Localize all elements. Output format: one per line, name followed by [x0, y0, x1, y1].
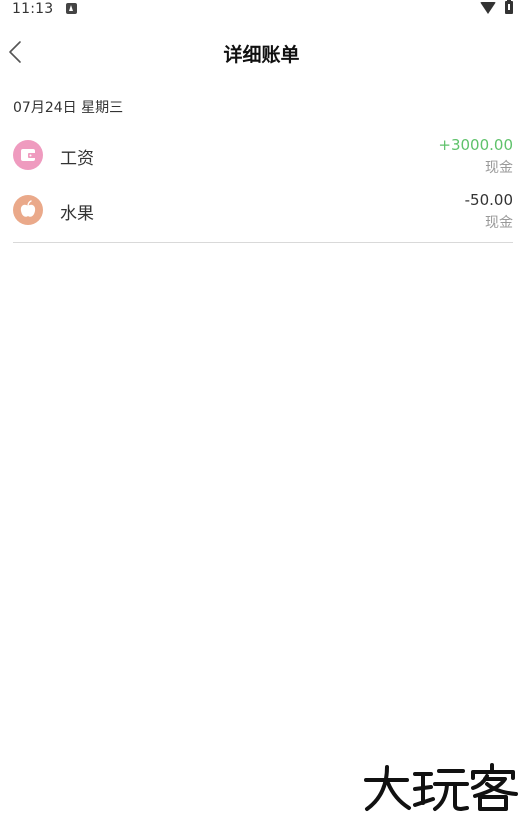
wallet-icon [13, 140, 43, 170]
bill-row-salary[interactable]: 工资 +3000.00 现金 [13, 128, 513, 183]
header: 详细账单 [0, 30, 523, 74]
apple-icon [13, 195, 43, 225]
bill-amount: -50.00 [464, 191, 513, 209]
battery-icon [505, 0, 513, 14]
status-time: 11:13 [12, 1, 54, 17]
bill-amount: +3000.00 [438, 136, 513, 154]
bill-list: 工资 +3000.00 现金 水果 -50.00 现金 [13, 128, 513, 243]
wifi-icon [480, 2, 496, 14]
status-bar: 11:13 [0, 0, 523, 20]
bill-row-fruit[interactable]: 水果 -50.00 现金 [13, 183, 513, 238]
date-label: 07月24日 星期三 [13, 100, 124, 116]
notification-icon [66, 3, 77, 14]
watermark-logo [363, 763, 519, 813]
bill-account: 现金 [485, 160, 513, 176]
category-name: 工资 [60, 149, 94, 169]
bill-account: 现金 [485, 215, 513, 231]
page-title: 详细账单 [223, 44, 300, 66]
category-name: 水果 [60, 204, 94, 224]
